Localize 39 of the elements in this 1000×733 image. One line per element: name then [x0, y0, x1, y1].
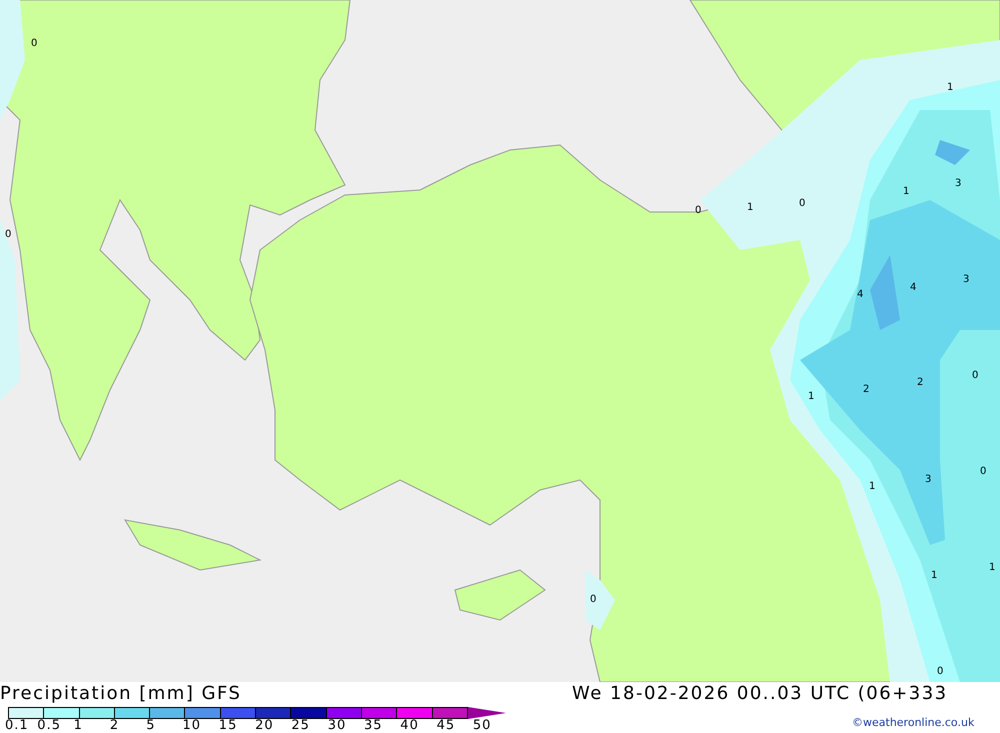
- legend-tick-label: 40: [400, 719, 419, 733]
- contour-label: 3: [963, 274, 970, 285]
- contour-label: 4: [910, 282, 916, 293]
- contour-label: 0: [5, 229, 12, 240]
- credit-text: ©weatheronline.co.uk: [852, 716, 974, 730]
- legend-tick-label: 25: [291, 719, 310, 733]
- legend-tick-label: 0.5: [37, 719, 61, 733]
- contour-label: 1: [747, 202, 754, 213]
- legend-tick-label: 30: [328, 719, 346, 733]
- contour-label: 0: [31, 38, 38, 49]
- contour-label: 1: [931, 570, 938, 581]
- contour-label: 2: [917, 377, 924, 388]
- contour-label: 0: [980, 466, 986, 477]
- contour-label: 1: [989, 562, 996, 573]
- legend-tick-label: 45: [436, 719, 456, 733]
- legend-tick-label: 35: [364, 719, 383, 733]
- contour-label: 1: [808, 391, 814, 402]
- valid-time: We 18-02-2026 00..03 UTC (06+333: [572, 683, 948, 705]
- legend-tick-label: 20: [255, 719, 274, 733]
- contour-label: 1: [869, 481, 876, 492]
- legend-title: Precipitation [mm] GFS: [0, 683, 242, 705]
- contour-label: 0: [799, 198, 806, 209]
- legend-tick-label: 2: [110, 719, 120, 733]
- legend-tick-label: 50: [472, 719, 492, 733]
- contour-label: 4: [857, 289, 864, 300]
- contour-label: 3: [955, 178, 962, 189]
- legend-tick-label: 5: [146, 719, 156, 733]
- contour-label: 1: [947, 82, 954, 93]
- contour-label: 1: [903, 186, 910, 197]
- legend-tick-label: 1: [74, 719, 83, 733]
- contour-label: 0: [937, 666, 944, 677]
- legend-tick-label: 15: [218, 719, 238, 733]
- contour-label: 2: [863, 384, 870, 395]
- contour-label: 3: [925, 474, 932, 485]
- contour-label: 0: [695, 205, 702, 216]
- contour-label: 0: [972, 370, 978, 381]
- legend-tick-label: 10: [182, 719, 202, 733]
- contour-label: 0: [590, 594, 596, 605]
- legend-tick-label: 0.1: [5, 719, 29, 733]
